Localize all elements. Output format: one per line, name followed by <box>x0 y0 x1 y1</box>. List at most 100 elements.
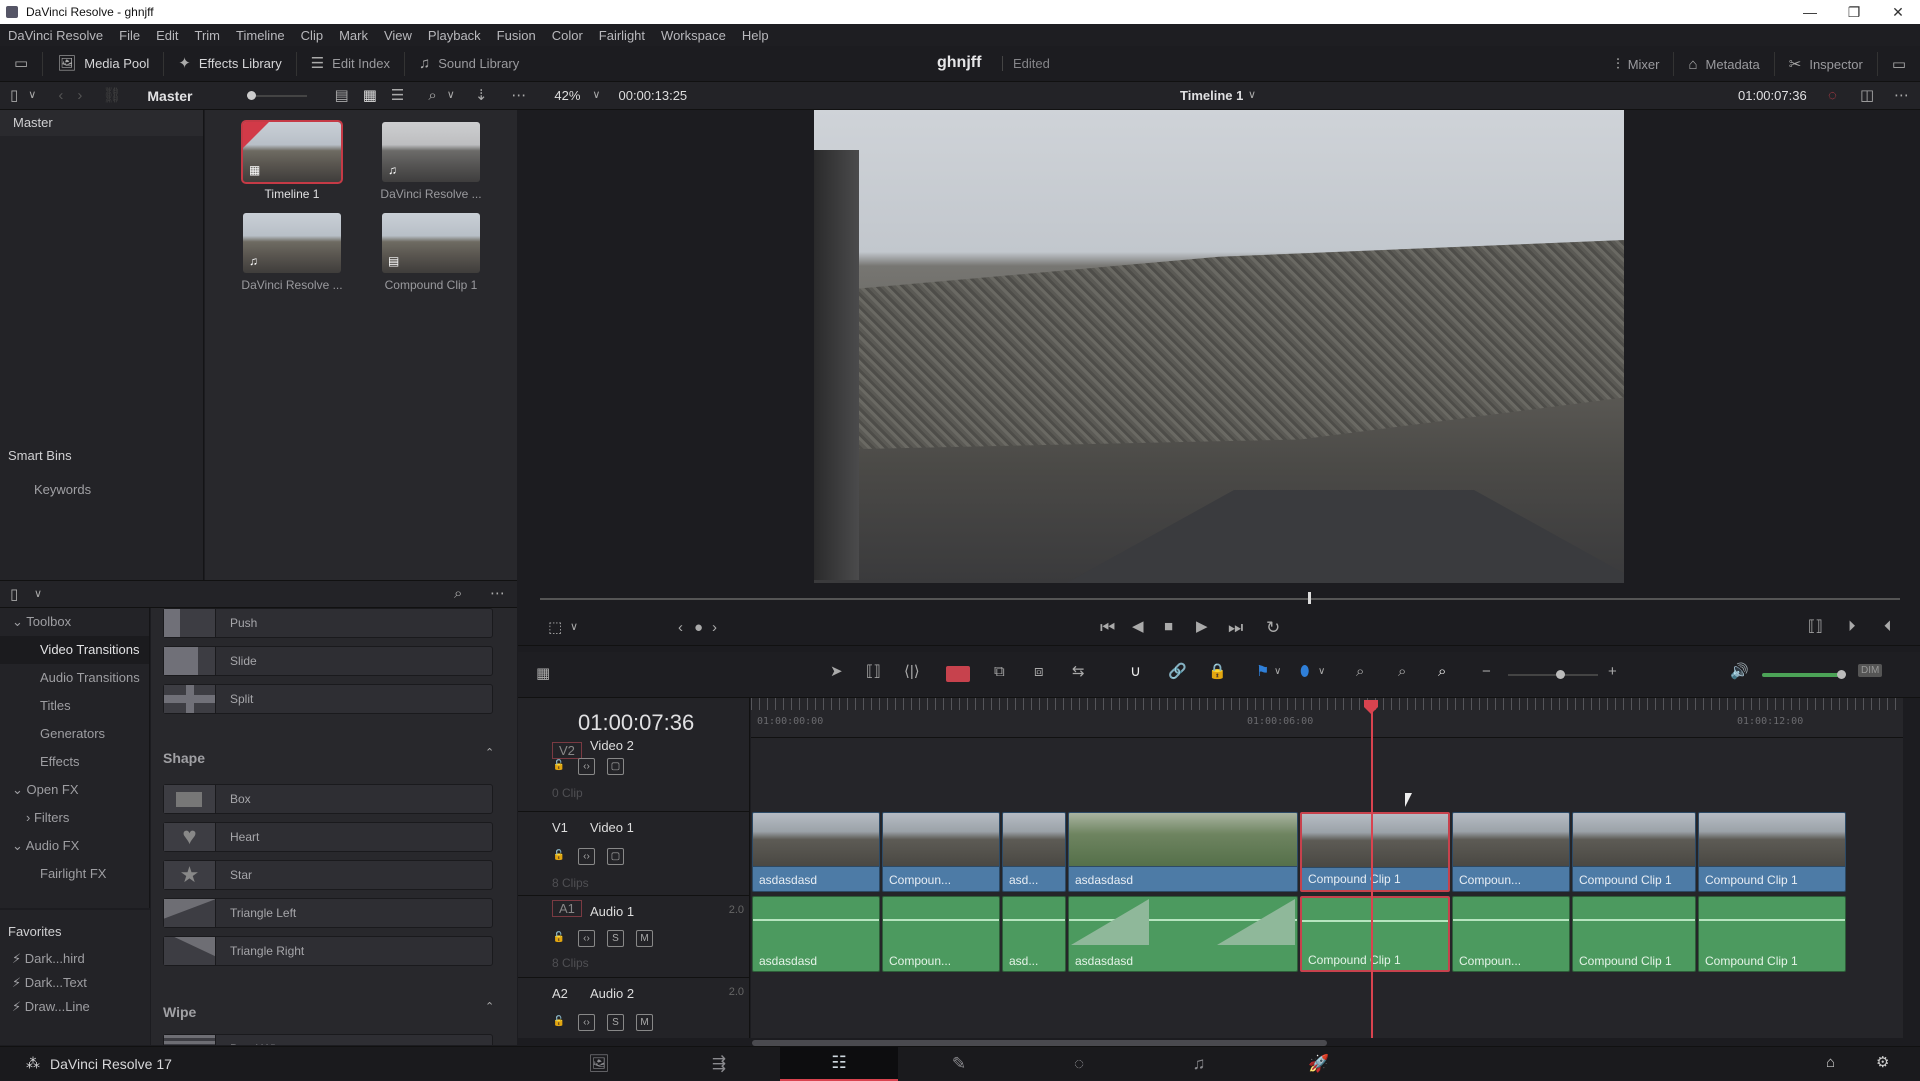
audio-clip[interactable]: asd... <box>1002 896 1066 972</box>
back-icon[interactable]: ‹ <box>58 88 63 103</box>
more-icon[interactable]: ⋯ <box>511 88 526 103</box>
audio-clip[interactable]: Compoun... <box>882 896 1000 972</box>
page-cut[interactable]: ⇶ <box>660 1047 778 1081</box>
insert-clip-icon[interactable]: ⧉ <box>994 664 1005 679</box>
page-media[interactable]: 🖼 <box>540 1047 658 1081</box>
selection-tool-icon[interactable]: ➤ <box>830 664 843 679</box>
video-clip[interactable]: asd... <box>1002 812 1066 892</box>
keyframe-icon[interactable]: ● <box>694 620 703 635</box>
media-item-timeline[interactable]: ▦ <box>241 120 343 184</box>
chevron-down-icon[interactable]: ∨ <box>592 90 600 101</box>
zoom-out-icon[interactable]: − <box>1482 664 1491 679</box>
tree-audio-transitions[interactable]: Audio Transitions <box>0 664 149 692</box>
search-icon[interactable]: ⌕ <box>428 88 436 103</box>
video-clip[interactable]: asdasdasd <box>752 812 880 892</box>
prev-keyframe-icon[interactable]: ‹ <box>678 620 683 635</box>
chevron-down-icon[interactable]: ∨ <box>1274 667 1281 677</box>
audio-clip[interactable]: asdasdasd <box>1068 896 1298 972</box>
lock-icon[interactable]: 🔓 <box>552 848 566 865</box>
search-icon[interactable]: ⌕ <box>454 586 462 601</box>
play-reverse-icon[interactable]: ◀ <box>1132 619 1144 634</box>
auto-select-icon[interactable]: ‹› <box>578 758 595 775</box>
fx-item-triangle-left[interactable]: Triangle Left <box>163 898 493 928</box>
media-item-compound[interactable]: ▤ <box>382 213 480 273</box>
zoom-slider[interactable] <box>1508 670 1598 679</box>
close-button[interactable]: ✕ <box>1876 4 1920 21</box>
link-icon[interactable]: ⛓ <box>102 88 121 103</box>
auto-select-icon[interactable]: ‹› <box>578 930 595 947</box>
timeline-view-icon[interactable]: ▦ <box>536 666 550 681</box>
play-icon[interactable]: ▶ <box>1196 619 1208 634</box>
flag-icon[interactable]: ⚑ <box>1256 664 1269 679</box>
trim-tool-icon[interactable]: ⟦⟧ <box>866 664 881 679</box>
inspector-button[interactable]: ✂ Inspector <box>1775 52 1878 76</box>
smart-bin-keywords[interactable]: Keywords <box>34 482 91 497</box>
collapse-icon[interactable]: ⌃ <box>485 748 494 759</box>
menu-clip[interactable]: Clip <box>293 28 331 43</box>
position-lock-icon[interactable]: 🔒 <box>1208 664 1227 679</box>
effects-library-button[interactable]: ✦ Effects Library <box>164 51 297 76</box>
next-edit-icon[interactable]: ⏵ <box>1848 619 1856 634</box>
auto-select-icon[interactable]: ‹› <box>578 848 595 865</box>
go-to-start-icon[interactable]: ⏮ <box>1100 619 1115 636</box>
replace-clip-icon[interactable]: ⇆ <box>1072 664 1085 679</box>
mute-button[interactable]: M <box>636 1014 653 1031</box>
fullscreen-button[interactable]: ▭ <box>1878 52 1920 76</box>
color-sync-icon[interactable]: ◌ <box>1828 88 1837 103</box>
blade-tool-icon[interactable] <box>946 666 970 682</box>
menu-help[interactable]: Help <box>734 28 777 43</box>
fx-item-band-wipe[interactable]: Band Wipe <box>163 1034 493 1045</box>
menu-file[interactable]: File <box>111 28 148 43</box>
menu-mark[interactable]: Mark <box>331 28 376 43</box>
zoom-in-icon[interactable]: + <box>1608 664 1617 679</box>
more-icon[interactable]: ⋯ <box>490 586 505 601</box>
metadata-button[interactable]: ⌂ Metadata <box>1674 52 1775 76</box>
favorite-item[interactable]: ⚡ Dark...hird <box>0 947 150 971</box>
track-tag[interactable]: V1 <box>552 820 568 835</box>
audio-clip[interactable]: asdasdasd <box>752 896 880 972</box>
mixer-button[interactable]: ⫶ Mixer <box>1602 52 1675 76</box>
tree-open-fx[interactable]: ⌄ Open FX <box>0 776 149 804</box>
zoom-custom-icon[interactable]: ⌕ <box>1438 664 1446 679</box>
playhead-line[interactable] <box>1371 700 1373 1038</box>
transform-icon[interactable]: ⬚ <box>548 620 562 635</box>
bin-master[interactable]: Master <box>0 110 203 136</box>
media-item-clip[interactable]: ♫ <box>243 213 341 273</box>
audio-clip-selected[interactable]: Compound Clip 1 <box>1300 896 1450 972</box>
solo-button[interactable]: S <box>607 1014 624 1031</box>
page-color[interactable]: ◌ <box>1020 1047 1138 1081</box>
snapping-icon[interactable]: ∪ <box>1130 664 1141 679</box>
dynamic-trim-icon[interactable]: ⟨|⟩ <box>904 664 920 679</box>
volume-icon[interactable]: 🔊 <box>1730 664 1749 679</box>
audio-clip[interactable]: Compoun... <box>1452 896 1570 972</box>
favorite-item[interactable]: ⚡ Draw...Line <box>0 995 150 1019</box>
minimize-button[interactable]: — <box>1788 4 1832 21</box>
media-pool-button[interactable]: 🖼 Media Pool <box>43 51 165 76</box>
edit-index-button[interactable]: ☰ Edit Index <box>297 51 405 76</box>
video-clip[interactable]: Compound Clip 1 <box>1698 812 1846 892</box>
fx-item-split[interactable]: Split <box>163 684 493 714</box>
auto-select-icon[interactable]: ‹› <box>578 1014 595 1031</box>
forward-icon[interactable]: › <box>77 88 82 103</box>
lock-icon[interactable]: 🔓 <box>552 1014 566 1031</box>
tree-toolbox[interactable]: ⌄ Toolbox <box>0 608 149 636</box>
menu-workspace[interactable]: Workspace <box>653 28 734 43</box>
loop-icon[interactable]: ↻ <box>1266 619 1280 636</box>
track-tag[interactable]: V2 <box>552 742 582 759</box>
video-clip[interactable]: Compoun... <box>1452 812 1570 892</box>
linked-selection-icon[interactable]: 🔗 <box>1168 664 1187 679</box>
tree-titles[interactable]: Titles <box>0 692 149 720</box>
fx-item-triangle-right[interactable]: Triangle Right <box>163 936 493 966</box>
chevron-down-icon[interactable]: ∨ <box>28 90 36 101</box>
tree-filters[interactable]: › Filters <box>0 804 149 832</box>
volume-slider[interactable] <box>1762 670 1846 679</box>
lock-icon[interactable]: 🔓 <box>552 930 566 947</box>
fx-item-heart[interactable]: ♥ Heart <box>163 822 493 852</box>
match-frame-icon[interactable]: ⟦⟧ <box>1808 619 1823 634</box>
track-enable-icon[interactable]: ▢ <box>607 758 624 775</box>
chevron-down-icon[interactable]: ∨ <box>570 622 578 633</box>
video-clip[interactable]: Compoun... <box>882 812 1000 892</box>
menu-davinci-resolve[interactable]: DaVinci Resolve <box>0 28 111 43</box>
prev-edit-icon[interactable]: ⏴ <box>1884 619 1892 634</box>
stop-icon[interactable]: ■ <box>1164 619 1173 634</box>
